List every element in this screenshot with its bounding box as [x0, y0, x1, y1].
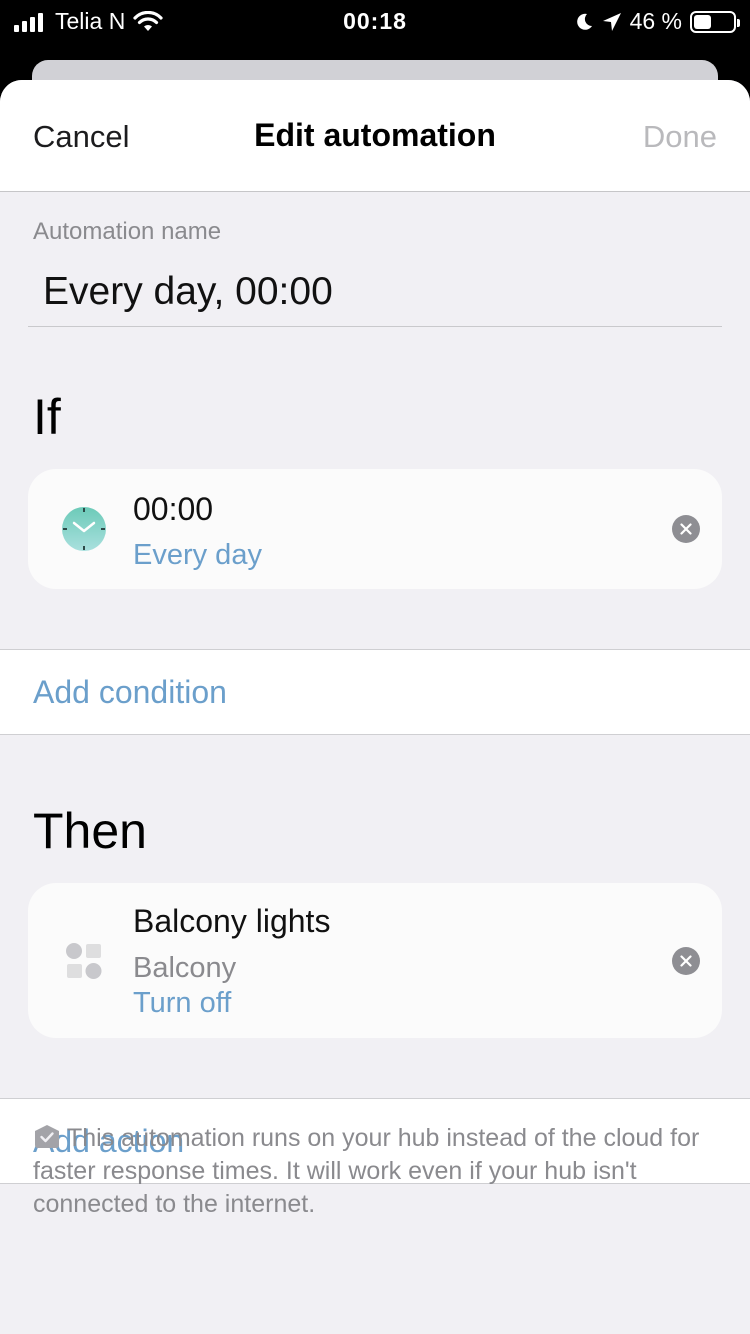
trigger-repeat: Every day — [133, 539, 262, 571]
remove-trigger-button[interactable] — [672, 515, 700, 543]
close-icon — [680, 523, 692, 535]
navigation-bar: Cancel Edit automation Done — [0, 80, 750, 192]
trigger-card[interactable]: 00:00 Every day — [28, 469, 722, 589]
automation-name-label: Automation name — [33, 218, 222, 245]
action-room-name: Balcony — [133, 952, 237, 984]
close-icon — [680, 955, 692, 967]
hub-info-text: This automation runs on your hub instead… — [33, 1124, 700, 1218]
action-device-name: Balcony lights — [133, 903, 331, 939]
hub-shield-icon — [35, 1125, 59, 1148]
add-condition-label: Add condition — [33, 674, 227, 710]
add-condition-button[interactable]: Add condition — [0, 649, 750, 735]
status-bar-right: 46 % — [574, 8, 740, 35]
clock-icon — [62, 507, 106, 551]
name-field-underline — [28, 326, 722, 327]
trigger-time: 00:00 — [133, 491, 214, 527]
done-button[interactable]: Done — [643, 119, 717, 155]
cancel-button[interactable]: Cancel — [33, 119, 130, 155]
edit-automation-sheet: Cancel Edit automation Done Automation n… — [0, 80, 750, 1334]
action-command: Turn off — [133, 987, 232, 1019]
battery-percent: 46 % — [629, 8, 682, 34]
if-section-title: If — [33, 389, 61, 445]
automation-name-field[interactable]: Every day, 00:00 — [43, 270, 333, 314]
then-section-title: Then — [33, 803, 147, 859]
action-card[interactable]: Balcony lights Balcony Turn off — [28, 883, 722, 1038]
moon-icon — [576, 13, 592, 30]
status-bar: Telia N 00:18 46 % — [0, 0, 750, 40]
device-group-icon — [66, 943, 102, 979]
location-arrow-icon — [602, 12, 621, 31]
hub-info-note: This automation runs on your hub instead… — [33, 1122, 723, 1221]
remove-action-button[interactable] — [672, 947, 700, 975]
battery-icon — [690, 10, 740, 33]
